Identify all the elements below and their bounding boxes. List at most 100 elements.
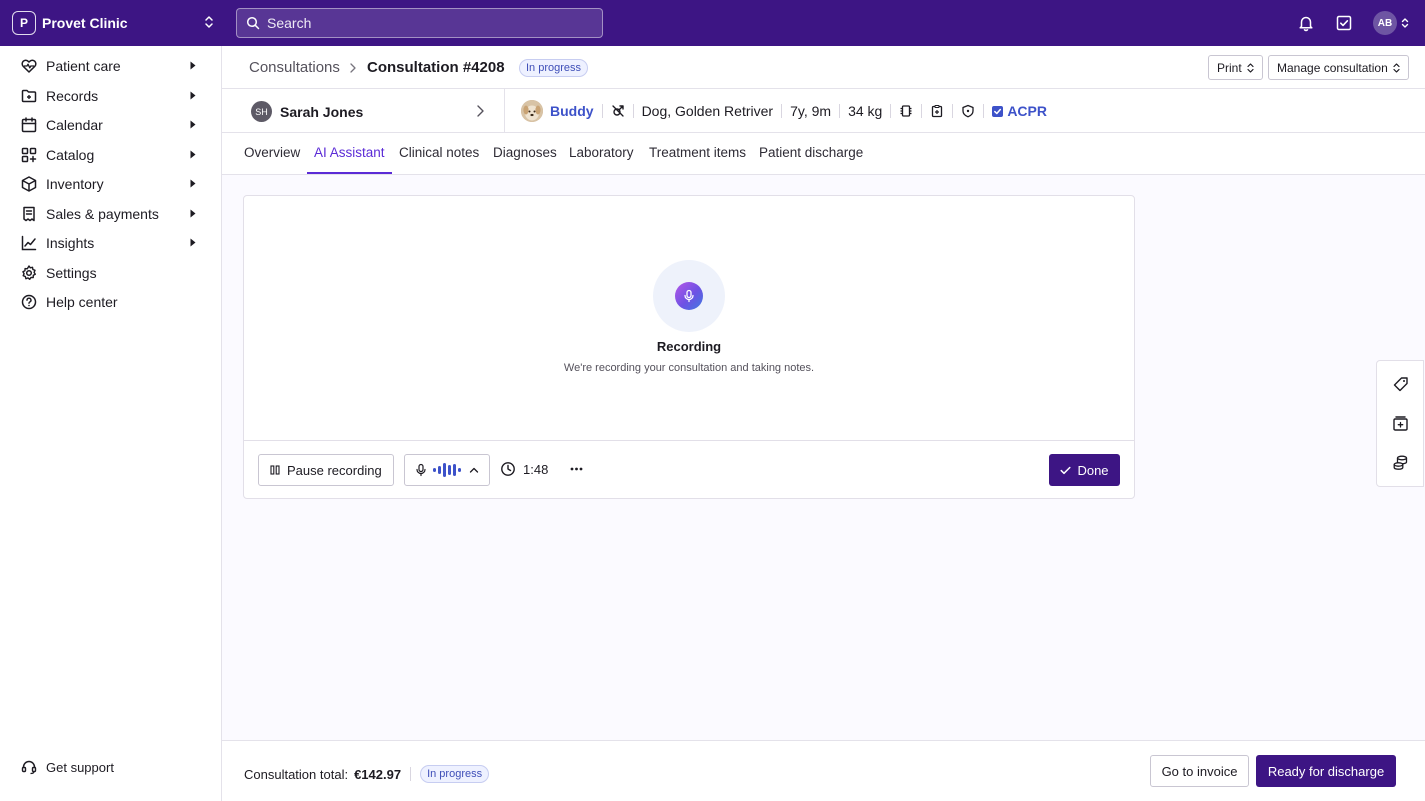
microphone-icon xyxy=(415,463,427,477)
owner-name: Sarah Jones xyxy=(280,103,364,120)
recording-title: Recording xyxy=(656,339,722,354)
page-title: Consultation #4208 xyxy=(367,59,505,76)
more-options-icon[interactable] xyxy=(570,467,583,471)
tab-laboratory[interactable]: Laboratory xyxy=(569,145,634,160)
acpr-flag[interactable]: ACPR xyxy=(1007,103,1047,119)
sidebar-item-insights[interactable]: Insights xyxy=(0,229,221,257)
divider xyxy=(921,104,923,118)
divider xyxy=(632,104,634,118)
sidebar-item-label: Insights xyxy=(46,235,95,251)
caret-right-icon xyxy=(190,150,196,159)
bell-icon[interactable] xyxy=(1297,14,1315,32)
total-label: Consultation total: xyxy=(244,766,349,782)
tab-overview[interactable]: Overview xyxy=(244,145,300,160)
recording-subtitle: We're recording your consultation and ta… xyxy=(563,362,815,374)
tasks-checkbox-icon[interactable] xyxy=(1335,14,1353,32)
sidebar-item-sales-payments[interactable]: Sales & payments xyxy=(0,200,221,228)
sidebar-item-calendar[interactable]: Calendar xyxy=(0,111,221,139)
sidebar-item-label: Inventory xyxy=(46,176,104,192)
sidebar-item-catalog[interactable]: Catalog xyxy=(0,141,221,169)
ready-for-discharge-button[interactable]: Ready for discharge xyxy=(1256,755,1396,787)
consultation-total: Consultation total: €142.97 In progress xyxy=(244,765,490,783)
go-to-invoice-button[interactable]: Go to invoice xyxy=(1150,755,1249,787)
top-bar: P Provet Clinic AB xyxy=(0,0,1425,46)
done-button[interactable]: Done xyxy=(1049,454,1120,486)
search-box[interactable] xyxy=(236,8,603,38)
gear-icon xyxy=(20,264,38,282)
insurance-clipboard-icon[interactable] xyxy=(930,104,944,118)
shield-icon[interactable] xyxy=(961,104,975,118)
tab-treatment-items[interactable]: Treatment items xyxy=(649,145,746,160)
status-badge: In progress xyxy=(519,59,589,77)
pet-name[interactable]: Buddy xyxy=(550,103,594,119)
owner-info[interactable]: SH Sarah Jones xyxy=(251,101,363,122)
tag-icon[interactable] xyxy=(1392,376,1409,393)
coins-icon[interactable] xyxy=(1392,454,1409,471)
caret-right-icon xyxy=(190,120,196,129)
tab-clinical-notes[interactable]: Clinical notes xyxy=(399,145,479,160)
recording-controls: Pause recording 1:48 Done xyxy=(244,440,1134,499)
manage-consultation-button[interactable]: Manage consultation xyxy=(1268,55,1409,80)
sidebar-item-settings[interactable]: Settings xyxy=(0,259,221,287)
pause-recording-button[interactable]: Pause recording xyxy=(258,454,394,486)
consultation-tabs: Overview AI Assistant Clinical notes Dia… xyxy=(222,133,1425,175)
divider xyxy=(952,104,954,118)
pet-info: Buddy Dog, Golden Retriver 7y, 9m 34 kg xyxy=(521,99,1047,123)
chevron-up-icon xyxy=(469,466,479,474)
chevron-updown-icon xyxy=(1388,62,1400,73)
divider xyxy=(839,104,841,118)
consultation-footer: Consultation total: €142.97 In progress … xyxy=(222,740,1425,801)
print-button[interactable]: Print xyxy=(1208,55,1263,80)
tab-ai-assistant[interactable]: AI Assistant xyxy=(314,145,385,160)
sidebar-item-records[interactable]: Records xyxy=(0,82,221,110)
sidebar-item-label: Help center xyxy=(46,294,118,310)
clinic-logo: P xyxy=(12,11,36,35)
clinic-switcher[interactable]: P Provet Clinic xyxy=(12,10,214,36)
grid-plus-icon xyxy=(20,146,38,164)
caret-right-icon xyxy=(190,238,196,247)
recording-indicator xyxy=(653,260,725,332)
receipt-icon xyxy=(20,205,38,223)
divider xyxy=(983,104,985,118)
sidebar-item-label: Sales & payments xyxy=(46,206,159,222)
avatar: AB xyxy=(1373,11,1397,35)
breadcrumb-consultations[interactable]: Consultations xyxy=(249,59,340,76)
user-menu[interactable]: AB xyxy=(1373,11,1409,35)
active-tab-indicator xyxy=(307,172,392,174)
done-label: Done xyxy=(1077,462,1109,478)
search-input[interactable] xyxy=(267,15,587,31)
microchip-icon[interactable] xyxy=(899,104,913,118)
right-tool-rail xyxy=(1376,360,1424,487)
microphone-input-selector[interactable] xyxy=(404,454,490,486)
sidebar-item-label: Settings xyxy=(46,265,97,281)
search-icon xyxy=(246,16,260,30)
chevron-right-icon[interactable] xyxy=(475,104,485,118)
pet-photo xyxy=(521,100,543,122)
clock-icon xyxy=(500,461,516,477)
sidebar: Patient care Records Calendar Catalog In… xyxy=(0,46,222,801)
recording-timer: 1:48 xyxy=(500,461,548,477)
sidebar-item-help-center[interactable]: Help center xyxy=(0,288,221,316)
folder-plus-icon[interactable] xyxy=(1392,415,1409,432)
get-support-label: Get support xyxy=(46,759,114,775)
timer-value: 1:48 xyxy=(523,461,549,477)
audio-level-icon xyxy=(433,462,463,478)
sidebar-item-label: Calendar xyxy=(46,117,103,133)
pet-age: 7y, 9m xyxy=(790,103,832,119)
chevron-updown-icon xyxy=(1242,62,1254,73)
check-icon xyxy=(1060,466,1072,475)
headset-icon xyxy=(20,758,38,776)
owner-avatar: SH xyxy=(251,101,272,122)
pet-species: Dog, Golden Retriver xyxy=(641,103,774,119)
get-support-link[interactable]: Get support xyxy=(20,758,114,776)
microphone-icon xyxy=(675,282,703,310)
tab-diagnoses[interactable]: Diagnoses xyxy=(493,145,557,160)
print-label: Print xyxy=(1217,60,1242,75)
consultation-header: Consultations Consultation #4208 In prog… xyxy=(222,46,1425,89)
tab-patient-discharge[interactable]: Patient discharge xyxy=(759,145,863,160)
sidebar-item-patient-care[interactable]: Patient care xyxy=(0,52,221,80)
sidebar-item-inventory[interactable]: Inventory xyxy=(0,170,221,198)
caret-right-icon xyxy=(190,91,196,100)
patient-bar: SH Sarah Jones Buddy Dog, Golden Retrive… xyxy=(222,89,1425,133)
caret-right-icon xyxy=(190,209,196,218)
